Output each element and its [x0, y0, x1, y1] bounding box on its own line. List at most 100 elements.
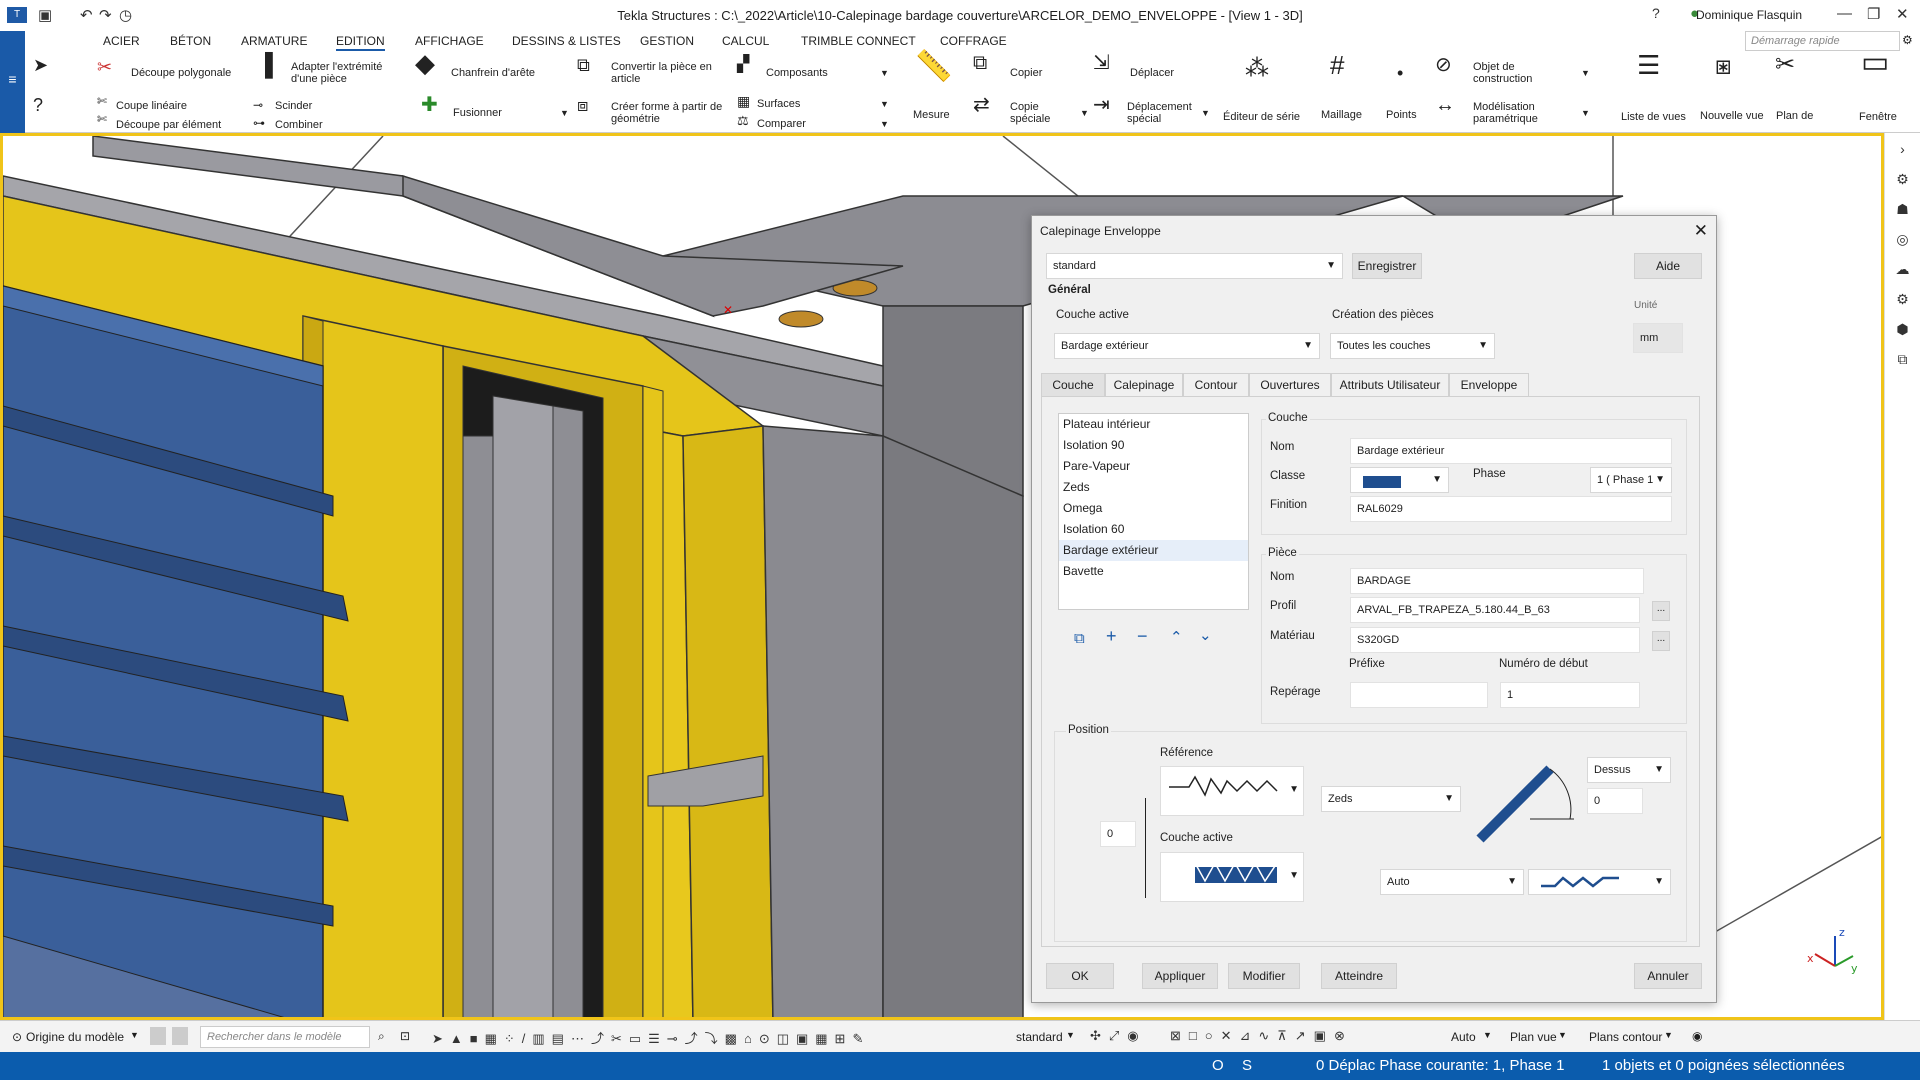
- comparer-dropdown-icon[interactable]: ▼: [880, 118, 889, 130]
- active-layer-profile-select[interactable]: ▼: [1160, 852, 1304, 902]
- chamfer-icon[interactable]: ◆: [415, 50, 435, 76]
- menu-calcul[interactable]: CALCUL: [722, 34, 769, 48]
- user-name[interactable]: Dominique Flasquin: [1696, 8, 1802, 22]
- ribbon-decoupe-par-element[interactable]: Découpe par élément: [116, 119, 221, 131]
- list-item[interactable]: Plateau intérieur: [1059, 414, 1248, 435]
- composants-dropdown-icon[interactable]: ▼: [880, 67, 889, 79]
- remove-layer-icon[interactable]: −: [1137, 626, 1148, 647]
- ribbon-decoupe-polygonale[interactable]: Découpe polygonale: [131, 67, 231, 79]
- search-icon[interactable]: ⌕: [378, 1029, 385, 1044]
- snap-icon[interactable]: [150, 1027, 166, 1045]
- ribbon-plan-de[interactable]: Plan de: [1776, 110, 1813, 122]
- ok-button[interactable]: OK: [1046, 963, 1114, 989]
- components-panel-icon[interactable]: ⧉: [1892, 351, 1914, 373]
- zoom-icon[interactable]: ⊡: [400, 1029, 410, 1043]
- profil-browse-button[interactable]: ...: [1652, 601, 1670, 621]
- menu-acier[interactable]: ACIER: [103, 34, 140, 48]
- reference-layer-select[interactable]: Zeds ▼: [1321, 786, 1461, 812]
- ribbon-copier[interactable]: Copier: [1010, 67, 1042, 79]
- tab-ouvertures[interactable]: Ouvertures: [1249, 373, 1331, 397]
- menu-affichage[interactable]: AFFICHAGE: [415, 34, 484, 48]
- ribbon-scinder[interactable]: Scinder: [275, 100, 312, 112]
- ribbon-chanfrein-arete[interactable]: Chanfrein d'arête: [451, 67, 535, 79]
- create-shape-icon[interactable]: ⧈: [577, 96, 588, 114]
- ribbon-fenetre[interactable]: Fenêtre: [1859, 111, 1897, 123]
- convert-part-icon[interactable]: ⧉: [577, 56, 590, 74]
- auto-select[interactable]: Auto: [1451, 1030, 1476, 1044]
- expand-panel-icon[interactable]: ›: [1892, 141, 1914, 163]
- list-item[interactable]: Zeds: [1059, 477, 1248, 498]
- ribbon-composants[interactable]: Composants: [766, 67, 828, 79]
- list-item[interactable]: Bavette: [1059, 561, 1248, 582]
- ribbon-deplacer[interactable]: Déplacer: [1130, 67, 1174, 79]
- measure-icon[interactable]: 📏: [915, 52, 952, 82]
- select-arrow-icon[interactable]: ➤: [33, 56, 48, 74]
- profile-orientation-select[interactable]: ▼: [1528, 869, 1671, 895]
- ribbon-maillage[interactable]: Maillage: [1321, 109, 1362, 121]
- ribbon-mesure[interactable]: Mesure: [913, 109, 950, 121]
- new-view-icon[interactable]: ⧆: [1715, 52, 1732, 78]
- ribbon-surfaces[interactable]: Surfaces: [757, 98, 800, 110]
- save-preset-button[interactable]: Enregistrer: [1352, 253, 1422, 279]
- plan-vue-select[interactable]: Plan vue: [1510, 1030, 1557, 1044]
- menu-edition[interactable]: EDITION: [336, 34, 385, 51]
- dialog-close-icon[interactable]: ✕: [1694, 221, 1708, 241]
- modifier-button[interactable]: Modifier: [1228, 963, 1300, 989]
- objet-dropdown-icon[interactable]: ▼: [1581, 67, 1590, 79]
- special-copy-icon[interactable]: ⇄: [973, 95, 990, 115]
- help-icon[interactable]: ?: [1652, 5, 1660, 21]
- materiau-field[interactable]: S320GD: [1350, 627, 1640, 653]
- hamburger-icon[interactable]: ≡: [0, 71, 25, 87]
- combine-icon[interactable]: ⊶: [253, 117, 265, 129]
- plan-icon[interactable]: ✂: [1775, 53, 1795, 77]
- compare-icon[interactable]: ⚖: [737, 114, 749, 127]
- classe-select[interactable]: ▼: [1350, 467, 1449, 493]
- dessus-select[interactable]: Dessus ▼: [1587, 757, 1671, 783]
- chevron-down-icon[interactable]: ▼: [1664, 1030, 1673, 1040]
- appliquer-button[interactable]: Appliquer: [1142, 963, 1218, 989]
- annuler-button[interactable]: Annuler: [1634, 963, 1702, 989]
- copie-speciale-dropdown-icon[interactable]: ▼: [1080, 107, 1089, 119]
- ribbon-adapter-extremite[interactable]: Adapter l'extrémité d'une pièce: [291, 61, 401, 85]
- add-layer-icon[interactable]: +: [1106, 626, 1117, 647]
- unite-field[interactable]: mm: [1633, 323, 1683, 353]
- dessus-offset-field[interactable]: 0: [1587, 788, 1643, 814]
- model-search-input[interactable]: Rechercher dans le modèle: [200, 1026, 370, 1048]
- copy-icon[interactable]: ⧉: [973, 53, 987, 73]
- help-cursor-icon[interactable]: ?: [33, 96, 43, 114]
- deplacement-dropdown-icon[interactable]: ▼: [1201, 107, 1210, 119]
- special-move-icon[interactable]: ⇥: [1093, 95, 1110, 115]
- split-icon[interactable]: ⊸: [253, 99, 263, 111]
- list-item[interactable]: Pare-Vapeur: [1059, 456, 1248, 477]
- points-icon[interactable]: •: [1397, 64, 1403, 82]
- couche-nom-field[interactable]: Bardage extérieur: [1350, 438, 1672, 464]
- list-item[interactable]: Isolation 60: [1059, 519, 1248, 540]
- element-cut-icon[interactable]: ✄: [97, 113, 107, 125]
- menu-armature[interactable]: ARMATURE: [241, 34, 307, 48]
- surfaces-icon[interactable]: ▦: [737, 94, 750, 108]
- duplicate-layer-icon[interactable]: ⧉: [1074, 630, 1085, 647]
- phase-select[interactable]: 1 ( Phase 1 ▼: [1590, 467, 1672, 493]
- finition-field[interactable]: RAL6029: [1350, 496, 1672, 522]
- prefixe-field[interactable]: [1350, 682, 1488, 708]
- chevron-down-icon[interactable]: ▼: [1066, 1030, 1075, 1040]
- ribbon-creer-forme[interactable]: Créer forme à partir de géométrie: [611, 101, 731, 125]
- menu-dessins-listes[interactable]: DESSINS & LISTES: [512, 34, 621, 48]
- piece-nom-field[interactable]: BARDAGE: [1350, 568, 1644, 594]
- ribbon-convertir-piece[interactable]: Convertir la pièce en article: [611, 61, 721, 85]
- ribbon-copie-speciale[interactable]: Copie spéciale: [1010, 101, 1070, 125]
- reference-profile-select[interactable]: ▼: [1160, 766, 1304, 816]
- move-down-icon[interactable]: ⌄: [1199, 626, 1212, 644]
- tab-contour[interactable]: Contour: [1183, 373, 1249, 397]
- selection-switches-icons[interactable]: ➤▲■▦⁘/▥▤⋯⤴✂▭☰⊸⤴⤵▩⌂⊙◫▣▦⊞✎: [432, 1028, 870, 1047]
- help-button[interactable]: Aide: [1634, 253, 1702, 279]
- ribbon-modelisation-parametrique[interactable]: Modélisation paramétrique: [1473, 101, 1563, 125]
- fusionner-dropdown-icon[interactable]: ▼: [560, 107, 569, 119]
- preset-select[interactable]: standard ▼: [1046, 253, 1343, 279]
- line-cut-icon[interactable]: ✄: [97, 95, 107, 107]
- plans-contour-select[interactable]: Plans contour: [1589, 1030, 1662, 1044]
- numero-debut-field[interactable]: 1: [1500, 682, 1640, 708]
- series-editor-icon[interactable]: ⁂: [1245, 57, 1269, 81]
- construction-object-icon[interactable]: ⊘: [1435, 55, 1452, 75]
- move-up-icon[interactable]: ⌃: [1170, 628, 1183, 646]
